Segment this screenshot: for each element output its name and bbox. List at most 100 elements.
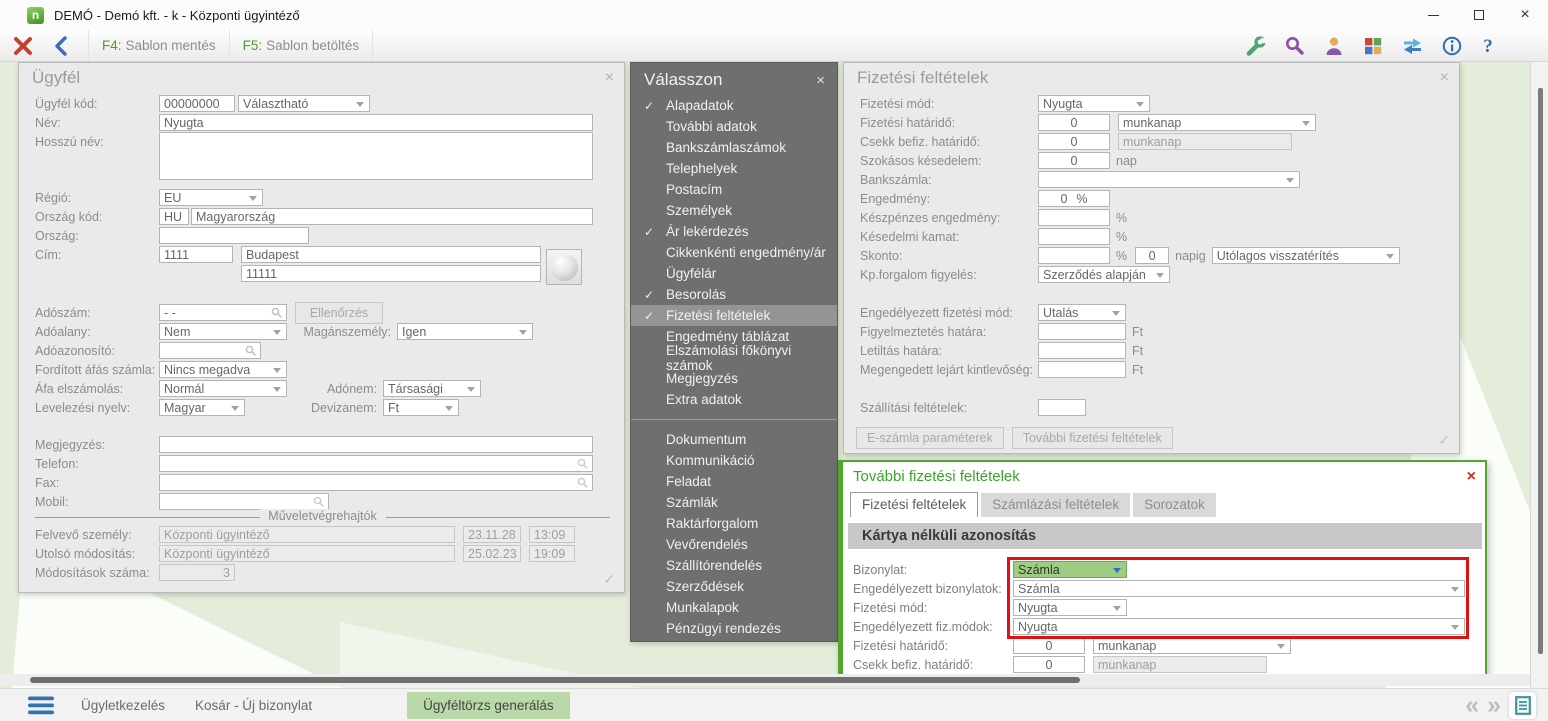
user-button[interactable] — [1323, 35, 1345, 57]
menu-item-bankszamlaszamok[interactable]: Bankszámlaszámok — [631, 137, 837, 158]
bottom-tab-ugyletkezeles[interactable]: Ügyletkezelés — [66, 689, 180, 721]
private-person-select[interactable]: Igen — [397, 323, 533, 340]
vertical-scrollbar[interactable] — [1530, 62, 1548, 688]
menu-item-tovabbi-adatok[interactable]: További adatok — [631, 116, 837, 137]
menu-item-raktarforgalom[interactable]: Raktárforgalom — [631, 513, 837, 534]
search-icon[interactable] — [245, 345, 256, 356]
more-payment-terms-button[interactable]: További fizetési feltételek — [1012, 427, 1173, 449]
menu-item-penzugyi-rendezes[interactable]: Pénzügyi rendezés — [631, 618, 837, 639]
cash-discount-input[interactable] — [1038, 209, 1110, 226]
main-menu-button[interactable] — [28, 696, 54, 715]
menu-item-alapadatok[interactable]: ✓Alapadatok — [631, 95, 837, 116]
phone-input[interactable] — [159, 455, 593, 472]
allowed-method-select[interactable]: Utalás — [1038, 304, 1126, 321]
cash-traffic-select[interactable]: Szerződés alapján — [1038, 266, 1170, 283]
menu-item-extra-adatok[interactable]: Extra adatok — [631, 389, 837, 410]
back-button[interactable] — [54, 36, 68, 56]
horizontal-scrollbar-thumb[interactable] — [30, 677, 1080, 683]
vat-settlement-select[interactable]: Normál — [159, 380, 287, 397]
payment-deadline-unit-select[interactable]: munkanap — [1118, 114, 1316, 131]
menu-item-fizetesi-feltetelek[interactable]: ✓Fizetési feltételek — [631, 305, 837, 326]
search-icon[interactable] — [313, 496, 324, 507]
overdue-limit-input[interactable] — [1038, 361, 1126, 378]
tax-subject-select[interactable]: Nem — [159, 323, 287, 340]
menu-item-elszamolasi-fokonyvi[interactable]: Elszámolási főkönyvi számok — [631, 347, 837, 368]
tax-id-input[interactable] — [159, 342, 261, 359]
bank-account-select[interactable] — [1038, 171, 1300, 188]
customer-code-type-select[interactable]: Választható — [238, 95, 370, 112]
note-input[interactable] — [159, 436, 593, 453]
search-icon[interactable] — [577, 477, 588, 488]
menu-item-feladat[interactable]: Feladat — [631, 471, 837, 492]
menu-item-szerzodesek[interactable]: Szerződések — [631, 576, 837, 597]
city-input[interactable]: Budapest — [241, 246, 541, 263]
close-window-button[interactable]: × — [1502, 0, 1548, 30]
shipping-terms-input[interactable] — [1038, 399, 1086, 416]
zip-input[interactable]: 1111 — [159, 246, 233, 263]
help-button[interactable]: ? — [1480, 35, 1496, 57]
close-icon[interactable]: × — [605, 70, 614, 86]
page-prev-button[interactable]: « — [1465, 691, 1479, 720]
search-icon[interactable] — [577, 458, 588, 469]
document-type-select[interactable]: Számla — [1013, 561, 1127, 578]
region-select[interactable]: EU — [159, 189, 263, 206]
tax-number-input[interactable]: - - — [159, 304, 287, 321]
currency-select[interactable]: Ft — [383, 399, 459, 416]
menu-item-szemelyek[interactable]: Személyek — [631, 200, 837, 221]
tab-szamlazasi-feltetelek[interactable]: Számlázási feltételek — [981, 493, 1130, 517]
customer-code-input[interactable]: 00000000 — [159, 95, 235, 112]
bottom-tab-kosar[interactable]: Kosár - Új bizonylat — [180, 689, 327, 721]
search-icon[interactable] — [271, 307, 282, 318]
map-globe-button[interactable] — [546, 249, 582, 285]
country-input[interactable] — [159, 227, 309, 244]
minimize-button[interactable] — [1410, 0, 1456, 30]
maximize-button[interactable] — [1456, 0, 1502, 30]
einvoice-params-button[interactable]: E-számla paraméterek — [856, 427, 1004, 449]
search-button[interactable] — [1284, 35, 1306, 57]
bottom-tab-ugyfeltorzs-generalas[interactable]: Ügyféltörzs generálás — [407, 692, 570, 719]
check-deadline-input[interactable]: 0 — [1038, 133, 1110, 150]
tax-type-select[interactable]: Társasági — [383, 380, 481, 397]
menu-item-ar-lekerdezes[interactable]: ✓Ár lekérdezés — [631, 221, 837, 242]
save-template-button[interactable]: F4: Sablon mentés — [89, 30, 230, 61]
modules-button[interactable] — [1362, 35, 1384, 57]
allowed-documents-select[interactable]: Számla — [1013, 580, 1465, 597]
popup-deadline-unit-select[interactable]: munkanap — [1093, 637, 1291, 654]
verify-button[interactable]: Ellenőrzés — [295, 302, 383, 324]
usual-delay-input[interactable]: 0 — [1038, 152, 1110, 169]
menu-item-szallitorendeles[interactable]: Szállítórendelés — [631, 555, 837, 576]
close-icon[interactable]: × — [1440, 70, 1449, 86]
transfer-button[interactable] — [1401, 35, 1424, 57]
menu-item-cikkenkenti-engedmeny[interactable]: Cikkenkénti engedmény/ár — [631, 242, 837, 263]
reverse-vat-select[interactable]: Nincs megadva — [159, 361, 287, 378]
page-next-button[interactable]: » — [1487, 691, 1501, 720]
late-interest-input[interactable] — [1038, 228, 1110, 245]
skonto-input[interactable] — [1038, 247, 1110, 264]
popup-payment-deadline-input[interactable]: 0 — [1013, 637, 1085, 654]
long-name-textarea[interactable] — [159, 132, 593, 180]
menu-item-vevorendeles[interactable]: Vevőrendelés — [631, 534, 837, 555]
menu-item-dokumentum[interactable]: Dokumentum — [631, 429, 837, 450]
popup-payment-method-select[interactable]: Nyugta — [1013, 599, 1127, 616]
menu-item-ugyfelar[interactable]: Ügyfélár — [631, 263, 837, 284]
menu-item-munkalapok[interactable]: Munkalapok — [631, 597, 837, 618]
address-line2-input[interactable]: 11111 — [241, 265, 541, 282]
name-input[interactable]: Nyugta — [159, 114, 593, 131]
allowed-methods-select[interactable]: Nyugta — [1013, 618, 1465, 635]
payment-method-select[interactable]: Nyugta — [1038, 95, 1150, 112]
document-list-button[interactable] — [1509, 692, 1536, 719]
menu-item-telephelyek[interactable]: Telephelyek — [631, 158, 837, 179]
popup-check-deadline-input[interactable]: 0 — [1013, 656, 1085, 673]
menu-item-szamlak[interactable]: Számlák — [631, 492, 837, 513]
payment-deadline-input[interactable]: 0 — [1038, 114, 1110, 131]
close-icon[interactable]: × — [1467, 469, 1476, 485]
mail-language-select[interactable]: Magyar — [159, 399, 245, 416]
menu-item-kommunikacio[interactable]: Kommunikáció — [631, 450, 837, 471]
close-icon[interactable]: × — [816, 72, 825, 89]
info-button[interactable] — [1441, 35, 1463, 57]
horizontal-scrollbar[interactable] — [0, 674, 1530, 686]
country-code-input[interactable]: HU — [159, 208, 189, 225]
settings-wrench-button[interactable] — [1245, 35, 1267, 57]
tab-fizetesi-feltetelek[interactable]: Fizetési feltételek — [850, 492, 978, 517]
tab-sorozatok[interactable]: Sorozatok — [1133, 493, 1216, 517]
